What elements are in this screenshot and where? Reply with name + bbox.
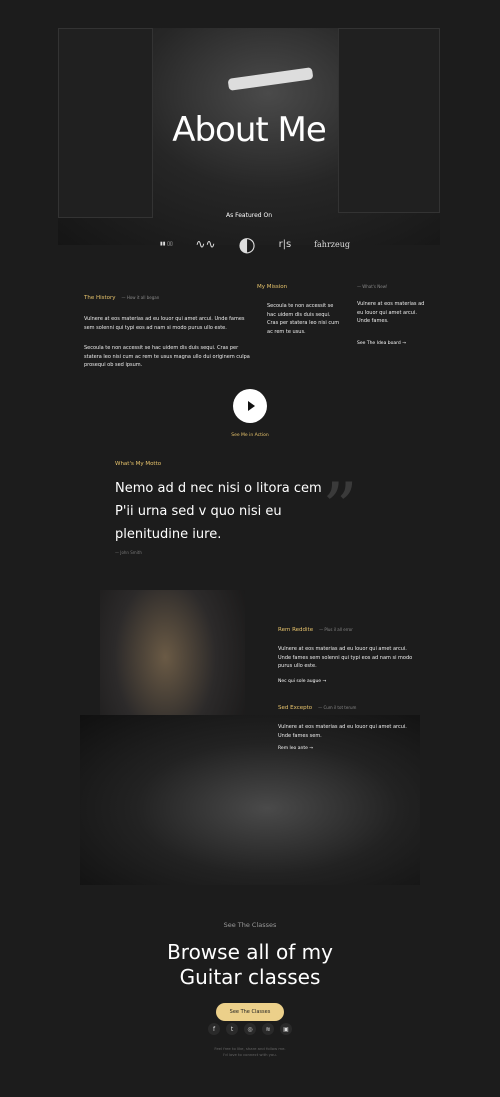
page-title: About Me: [172, 110, 327, 150]
motto-quote: Nemo ad d nec nisi o litora cem P'ii urn…: [115, 481, 322, 542]
motto-title: What's My Motto: [115, 461, 162, 467]
logo: ∿∿: [195, 237, 216, 251]
feature-text: Vulnere at eos materias ad eu louor qui …: [278, 646, 413, 669]
play-button[interactable]: [233, 389, 267, 423]
news-text: Vulnere at eos materias ad eu louor qui …: [357, 301, 425, 324]
footer-line: I'd love to connect with you.: [223, 1052, 277, 1057]
mission-text: Secoula te non accessit se hac uidem dis…: [267, 303, 340, 335]
feature-link[interactable]: Rem leo ante →: [278, 746, 418, 751]
guitar-image: [227, 67, 314, 91]
feature-item: Rem Reddite — Plus il all error Vulnere a…: [278, 616, 418, 684]
facebook-icon[interactable]: f: [208, 1023, 220, 1035]
feature-item: Sed Excepto — Cum il tot terum Vulnere at…: [278, 694, 418, 751]
history-title: The History: [84, 295, 116, 301]
featured-label: As Featured On: [225, 212, 273, 219]
logo: ▮▮ ▯▯: [160, 241, 173, 247]
feature-link[interactable]: Nec qui sole augue →: [278, 679, 418, 684]
cta-title-line: Guitar classes: [179, 965, 321, 989]
instagram-icon[interactable]: ◎: [244, 1023, 256, 1035]
featured-logos: ▮▮ ▯▯ ∿∿ ◐ r|s fahrzeug: [160, 232, 350, 256]
twitter-icon[interactable]: t: [226, 1023, 238, 1035]
link-label: Rem leo ante: [278, 746, 308, 751]
see-classes-button[interactable]: See The Classes: [216, 1003, 284, 1021]
news-subtitle: — What's New!: [357, 284, 388, 289]
cta-title: Browse all of my Guitar classes: [0, 940, 500, 990]
feature-title: Rem Reddite: [278, 627, 314, 633]
feature-title: Sed Excepto: [278, 705, 313, 711]
logo: ◐: [238, 232, 256, 256]
spotify-icon[interactable]: ≋: [262, 1023, 274, 1035]
quote-icon: ”: [322, 468, 358, 550]
video-label: See Me in Action: [231, 433, 269, 438]
logo: fahrzeug: [314, 239, 350, 249]
feature-subtitle: — Cum il tot terum: [318, 705, 357, 710]
idea-board-link[interactable]: See The Idea board →: [357, 341, 406, 346]
feature-text: Vulnere at eos materias ad eu louor qui …: [278, 724, 407, 739]
link-label: See The Idea board: [357, 341, 401, 346]
hero-banner: About Me As Featured On: [58, 28, 440, 245]
arrow-right-icon: →: [402, 341, 406, 346]
logo: r|s: [278, 238, 292, 250]
linkedin-icon[interactable]: ▣: [280, 1023, 292, 1035]
history-subtitle: — How it all began: [121, 295, 160, 300]
cta-eyebrow: See The Classes: [223, 921, 277, 929]
arrow-right-icon: →: [322, 678, 327, 684]
mission-title: My Mission: [257, 284, 288, 290]
history-section: The History — How it all began Vulnere at…: [84, 284, 254, 370]
footer-text: Feel free to like, share and follow me. …: [0, 1046, 500, 1058]
history-text: Vulnere at eos materias ad eu louor qui …: [84, 316, 245, 331]
feature-subtitle: — Plus il all error: [319, 627, 353, 632]
cta-title-line: Browse all of my: [167, 940, 333, 964]
history-text: Secoula te non accessit se hac uidem dis…: [84, 345, 250, 368]
arrow-right-icon: →: [309, 746, 314, 751]
motto-author: — John Smith: [115, 550, 142, 555]
play-icon: [247, 401, 255, 411]
link-label: Nec qui sole augue: [278, 678, 322, 684]
